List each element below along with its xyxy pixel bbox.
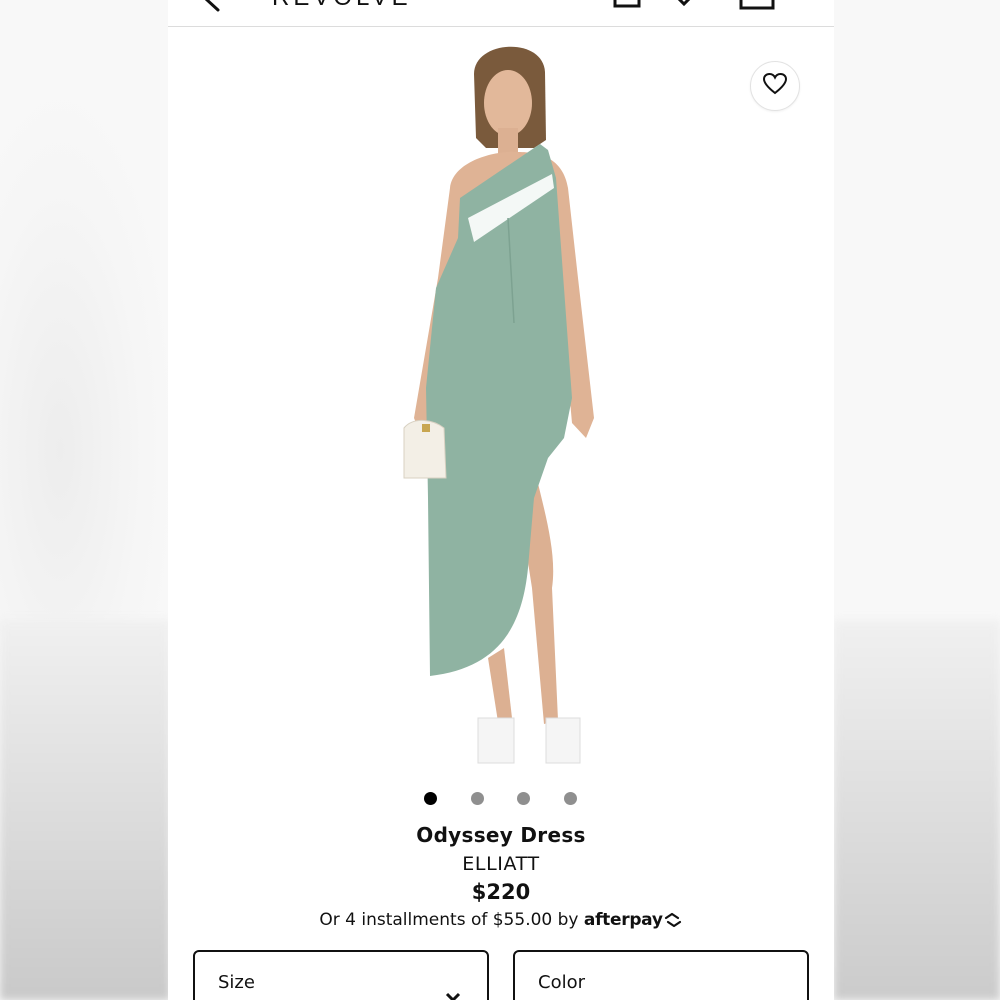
chevron-down-icon: [445, 988, 461, 1000]
check-icon[interactable]: [671, 0, 697, 12]
afterpay-icon: [663, 912, 683, 933]
size-select-label: Size: [218, 972, 255, 993]
product-price: $220: [471, 880, 531, 904]
product-photo: [403, 46, 594, 764]
product-brand[interactable]: ELLIATT: [168, 853, 834, 875]
product-image-gallery[interactable]: [168, 28, 834, 788]
back-icon[interactable]: [200, 0, 224, 16]
app-screen: REVOLVE: [168, 0, 834, 1000]
heart-icon: [762, 72, 788, 100]
bag-icon[interactable]: [612, 0, 642, 14]
gallery-dot-2[interactable]: [471, 792, 484, 805]
installment-info[interactable]: Or 4 installments of $55.00 by afterpay: [168, 910, 834, 933]
gallery-pagination: [168, 792, 834, 808]
size-select[interactable]: Size: [193, 950, 489, 1000]
gallery-dot-3[interactable]: [517, 792, 530, 805]
wishlist-button[interactable]: [750, 61, 800, 111]
installment-text: Or 4 installments of $55.00 by: [319, 910, 579, 930]
product-title: Odyssey Dress: [416, 823, 586, 847]
afterpay-label: afterpay: [583, 910, 663, 930]
color-select-label: Color: [538, 972, 585, 993]
top-nav-bar: REVOLVE: [168, 0, 834, 27]
gallery-dot-4[interactable]: [564, 792, 577, 805]
gallery-dot-1[interactable]: [424, 792, 437, 805]
color-select[interactable]: Color: [513, 950, 809, 1000]
cart-icon[interactable]: [738, 0, 776, 16]
brand-logo[interactable]: REVOLVE: [272, 0, 412, 12]
